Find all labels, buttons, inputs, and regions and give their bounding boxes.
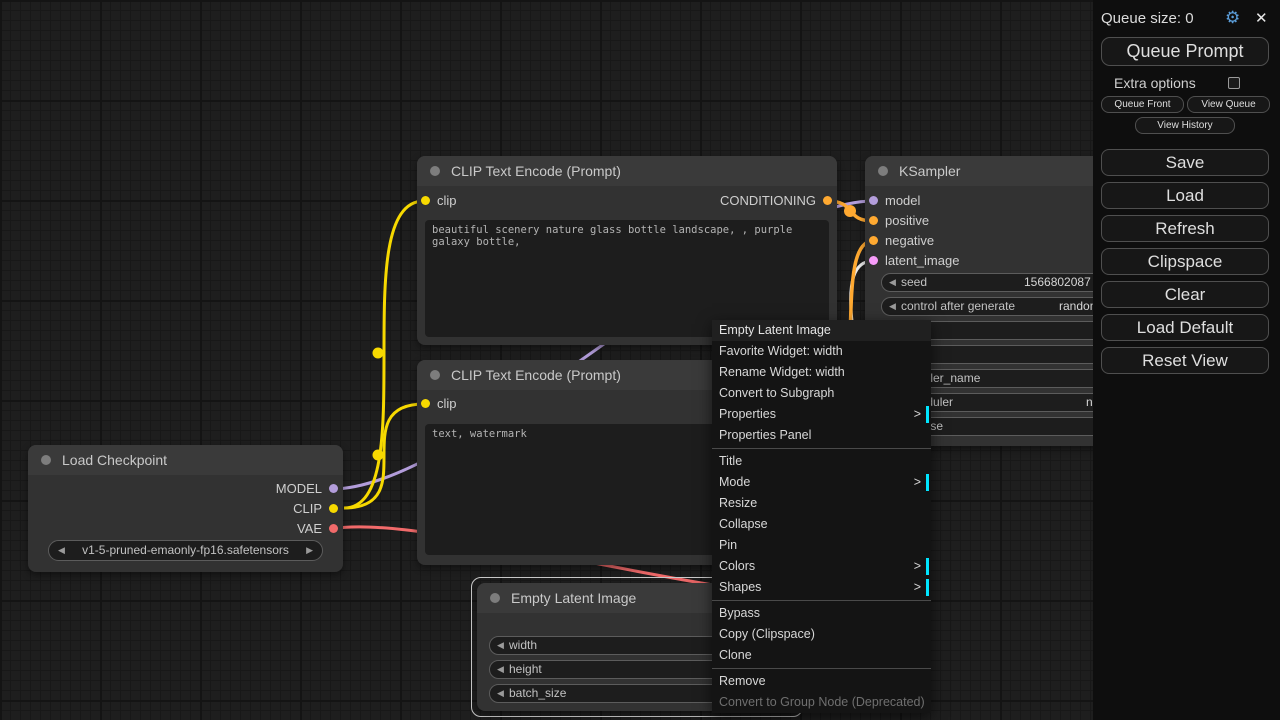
input-slot-latent-image[interactable]: latent_image [865,251,1085,271]
stepper-left-arrow-icon[interactable]: ◀ [889,298,896,315]
latent-input-dot[interactable] [869,256,878,265]
menu-separator [712,668,931,669]
submenu-arrow-icon: > [914,556,921,577]
menu-item-convert-to-group-node: Convert to Group Node (Deprecated) [712,692,931,713]
ckpt-name-combo[interactable]: ◀ v1-5-pruned-emaonly-fp16.safetensors ▶ [48,540,323,561]
menu-item-bypass[interactable]: Bypass [712,603,931,624]
menu-separator [712,448,931,449]
node-clip-text-encode-positive[interactable]: CLIP Text Encode (Prompt) clip CONDITION… [417,156,837,345]
view-history-button[interactable]: View History [1135,117,1235,134]
menu-item-mode[interactable]: Mode> [712,472,931,493]
input-slot-clip[interactable]: clip [417,394,617,414]
menu-item-resize[interactable]: Resize [712,493,931,514]
link-dot[interactable] [373,348,384,359]
model-output-dot[interactable] [329,484,338,493]
output-slot-vae[interactable]: VAE [28,519,343,539]
menu-item-copy-clipspace[interactable]: Copy (Clipspace) [712,624,931,645]
menu-item-shapes[interactable]: Shapes> [712,577,931,598]
node-title-label: KSampler [899,163,960,179]
load-button[interactable]: Load [1101,182,1269,209]
extra-options-checkbox[interactable] [1228,77,1240,89]
queue-prompt-button[interactable]: Queue Prompt [1101,37,1269,66]
graph-canvas[interactable]: Load Checkpoint MODEL CLIP VAE ◀ v1-5-pr… [0,0,1280,720]
menu-item-clone[interactable]: Clone [712,645,931,666]
submenu-accent-bar [926,474,929,491]
node-title-label: CLIP Text Encode (Prompt) [451,163,621,179]
output-slot-model[interactable]: MODEL [28,479,343,499]
output-slot-conditioning[interactable]: CONDITIONING [417,191,837,211]
submenu-arrow-icon: > [914,577,921,598]
stepper-left-arrow-icon[interactable]: ◀ [889,274,896,291]
stepper-left-arrow-icon[interactable]: ◀ [497,661,504,678]
reset-view-button[interactable]: Reset View [1101,347,1269,374]
load-default-button[interactable]: Load Default [1101,314,1269,341]
menu-item-collapse[interactable]: Collapse [712,514,931,535]
close-panel-icon[interactable]: ✕ [1255,9,1268,27]
node-title-label: Load Checkpoint [62,452,167,468]
conditioning-output-dot[interactable] [823,196,832,205]
queue-size-label: Queue size: 0 [1101,10,1194,27]
node-load-checkpoint[interactable]: Load Checkpoint MODEL CLIP VAE ◀ v1-5-pr… [28,445,343,572]
conditioning-input-dot[interactable] [869,216,878,225]
extra-options-label: Extra options [1114,75,1196,91]
menu-separator [712,600,931,601]
clip-input-dot[interactable] [421,399,430,408]
menu-item-properties-panel[interactable]: Properties Panel [712,425,931,446]
submenu-arrow-icon: > [914,472,921,493]
node-titlebar[interactable]: CLIP Text Encode (Prompt) [417,156,837,186]
collapse-dot-icon[interactable] [490,593,500,603]
link-dot[interactable] [373,450,384,461]
input-slot-negative[interactable]: negative [865,231,1085,251]
input-slot-model[interactable]: model [865,191,1085,211]
clipspace-button[interactable]: Clipspace [1101,248,1269,275]
queue-panel: Queue size: 0 ⚙ ✕ Queue Prompt Extra opt… [1093,0,1280,720]
submenu-arrow-icon: > [914,404,921,425]
conditioning-input-dot[interactable] [869,236,878,245]
menu-item-properties[interactable]: Properties> [712,404,931,425]
clip-output-dot[interactable] [329,504,338,513]
settings-gear-icon[interactable]: ⚙ [1225,8,1240,28]
node-titlebar[interactable]: Load Checkpoint [28,445,343,475]
ckpt-name-value: v1-5-pruned-emaonly-fp16.safetensors [82,543,289,557]
clear-button[interactable]: Clear [1101,281,1269,308]
refresh-button[interactable]: Refresh [1101,215,1269,242]
submenu-accent-bar [926,558,929,575]
input-slot-positive[interactable]: positive [865,211,1085,231]
menu-item-convert-to-subgraph[interactable]: Convert to Subgraph [712,383,931,404]
stepper-left-arrow-icon[interactable]: ◀ [497,637,504,654]
output-slot-clip[interactable]: CLIP [28,499,343,519]
menu-item-remove[interactable]: Remove [712,671,931,692]
combo-left-arrow-icon[interactable]: ◀ [58,541,65,560]
submenu-accent-bar [926,406,929,423]
save-button[interactable]: Save [1101,149,1269,176]
menu-item-title[interactable]: Title [712,451,931,472]
collapse-dot-icon[interactable] [430,370,440,380]
link-dot[interactable] [844,205,856,217]
menu-item-pin[interactable]: Pin [712,535,931,556]
node-title-label: Empty Latent Image [511,590,636,606]
node-context-menu: Empty Latent Image Favorite Widget: widt… [712,320,931,713]
menu-item-favorite-widget[interactable]: Favorite Widget: width [712,341,931,362]
vae-output-dot[interactable] [329,524,338,533]
menu-item-colors[interactable]: Colors> [712,556,931,577]
stepper-left-arrow-icon[interactable]: ◀ [497,685,504,702]
collapse-dot-icon[interactable] [878,166,888,176]
collapse-dot-icon[interactable] [430,166,440,176]
collapse-dot-icon[interactable] [41,455,51,465]
menu-item-rename-widget[interactable]: Rename Widget: width [712,362,931,383]
submenu-accent-bar [926,579,929,596]
node-title-label: CLIP Text Encode (Prompt) [451,367,621,383]
context-menu-title: Empty Latent Image [712,320,931,341]
queue-front-button[interactable]: Queue Front [1101,96,1184,113]
view-queue-button[interactable]: View Queue [1187,96,1270,113]
combo-right-arrow-icon[interactable]: ▶ [306,541,313,560]
model-input-dot[interactable] [869,196,878,205]
